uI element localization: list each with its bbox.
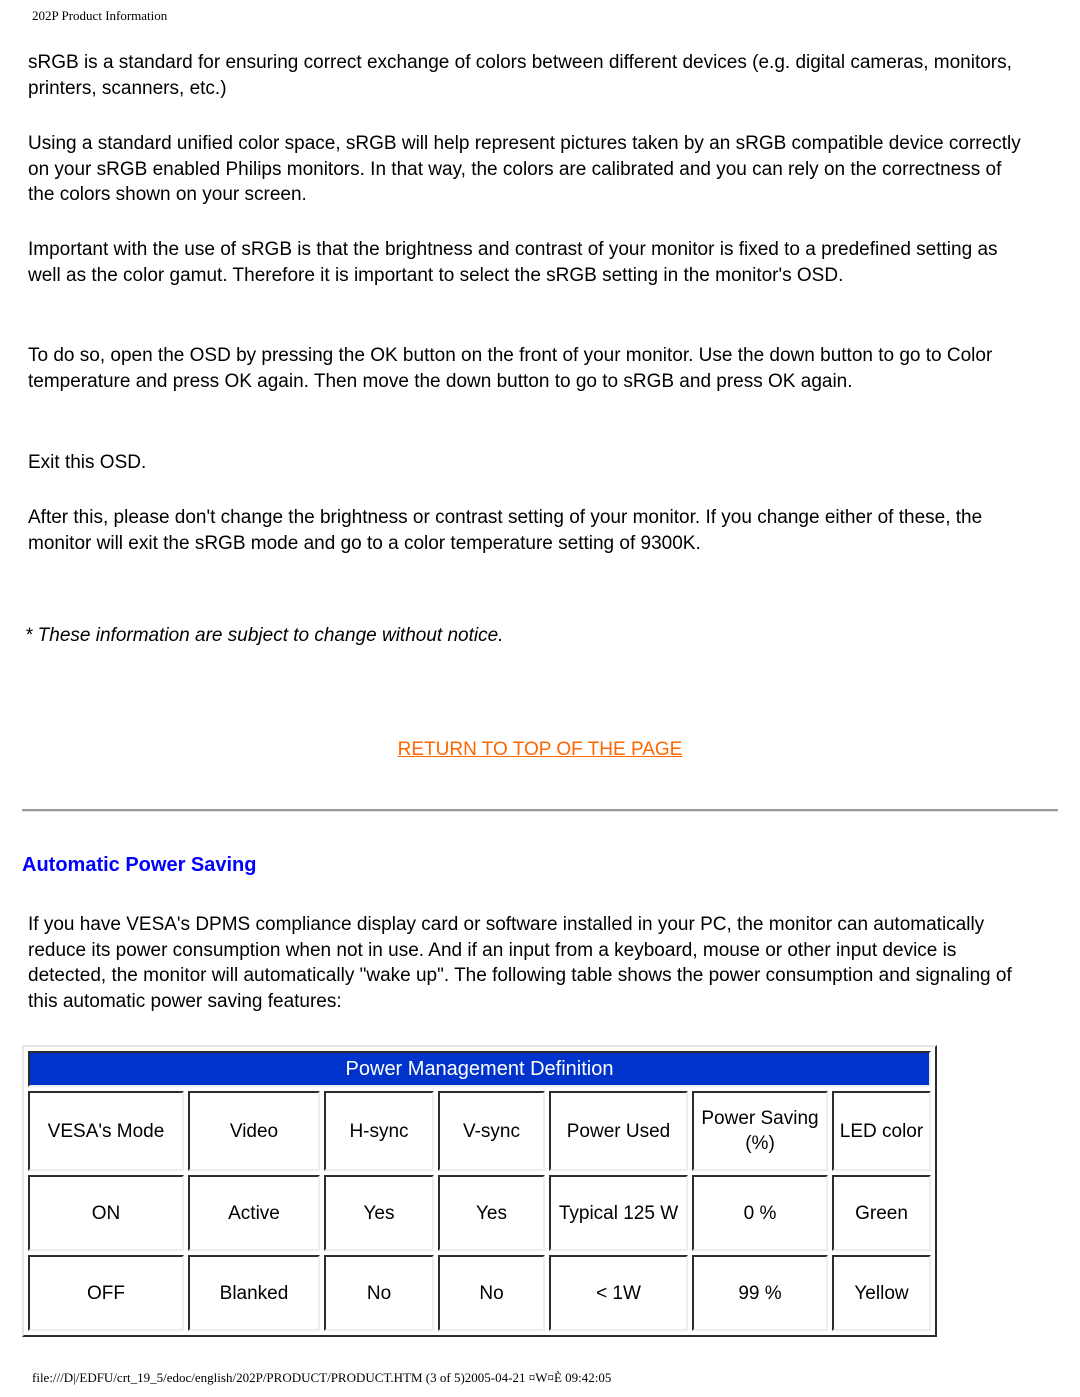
table-title: Power Management Definition (28, 1051, 931, 1087)
paragraph-osd-instructions: To do so, open the OSD by pressing the O… (28, 345, 993, 392)
change-notice: * These information are subject to chang… (25, 625, 504, 646)
table-row: ON Active Yes Yes Typical 125 W 0 % Gree… (28, 1175, 931, 1251)
column-header: Power Used (549, 1091, 688, 1171)
table-cell: 0 % (692, 1175, 828, 1251)
table-cell: Green (832, 1175, 931, 1251)
table-header-row: VESA's Mode Video H-sync V-sync Power Us… (28, 1091, 931, 1171)
column-header: V-sync (438, 1091, 545, 1171)
table-cell: Yes (438, 1175, 545, 1251)
table-cell: Active (188, 1175, 320, 1251)
power-management-table: Power Management Definition VESA's Mode … (22, 1045, 937, 1337)
return-to-top-link[interactable]: RETURN TO TOP OF THE PAGE (398, 739, 683, 760)
section-title: Automatic Power Saving (22, 854, 257, 876)
table-cell: No (438, 1255, 545, 1331)
table-cell: Typical 125 W (549, 1175, 688, 1251)
paragraph-srgb-color-space: Using a standard unified color space, sR… (28, 133, 1021, 205)
page-footer-path: file:///D|/EDFU/crt_19_5/edoc/english/20… (32, 1370, 612, 1385)
column-header: LED color (832, 1091, 931, 1171)
column-header: VESA's Mode (28, 1091, 184, 1171)
horizontal-divider (22, 809, 1058, 812)
paragraph-exit-osd: Exit this OSD. (28, 452, 147, 473)
table-cell: No (324, 1255, 434, 1331)
return-link-container: RETURN TO TOP OF THE PAGE (0, 739, 1080, 761)
table-cell: 99 % (692, 1255, 828, 1331)
page-header-title: 202P Product Information (32, 8, 168, 23)
table-row: OFF Blanked No No < 1W 99 % Yellow (28, 1255, 931, 1331)
paragraph-warning: After this, please don't change the brig… (28, 507, 983, 554)
column-header: H-sync (324, 1091, 434, 1171)
table-cell: < 1W (549, 1255, 688, 1331)
table-cell: Yes (324, 1175, 434, 1251)
table-cell: Yellow (832, 1255, 931, 1331)
table-cell: ON (28, 1175, 184, 1251)
paragraph-srgb-definition: sRGB is a standard for ensuring correct … (28, 52, 1012, 99)
column-header: Video (188, 1091, 320, 1171)
table-cell: OFF (28, 1255, 184, 1331)
table-cell: Blanked (188, 1255, 320, 1331)
column-header: Power Saving (%) (692, 1091, 828, 1171)
paragraph-srgb-importance: Important with the use of sRGB is that t… (28, 239, 998, 286)
paragraph-power-saving-intro: If you have VESA's DPMS compliance displ… (28, 914, 1012, 1012)
